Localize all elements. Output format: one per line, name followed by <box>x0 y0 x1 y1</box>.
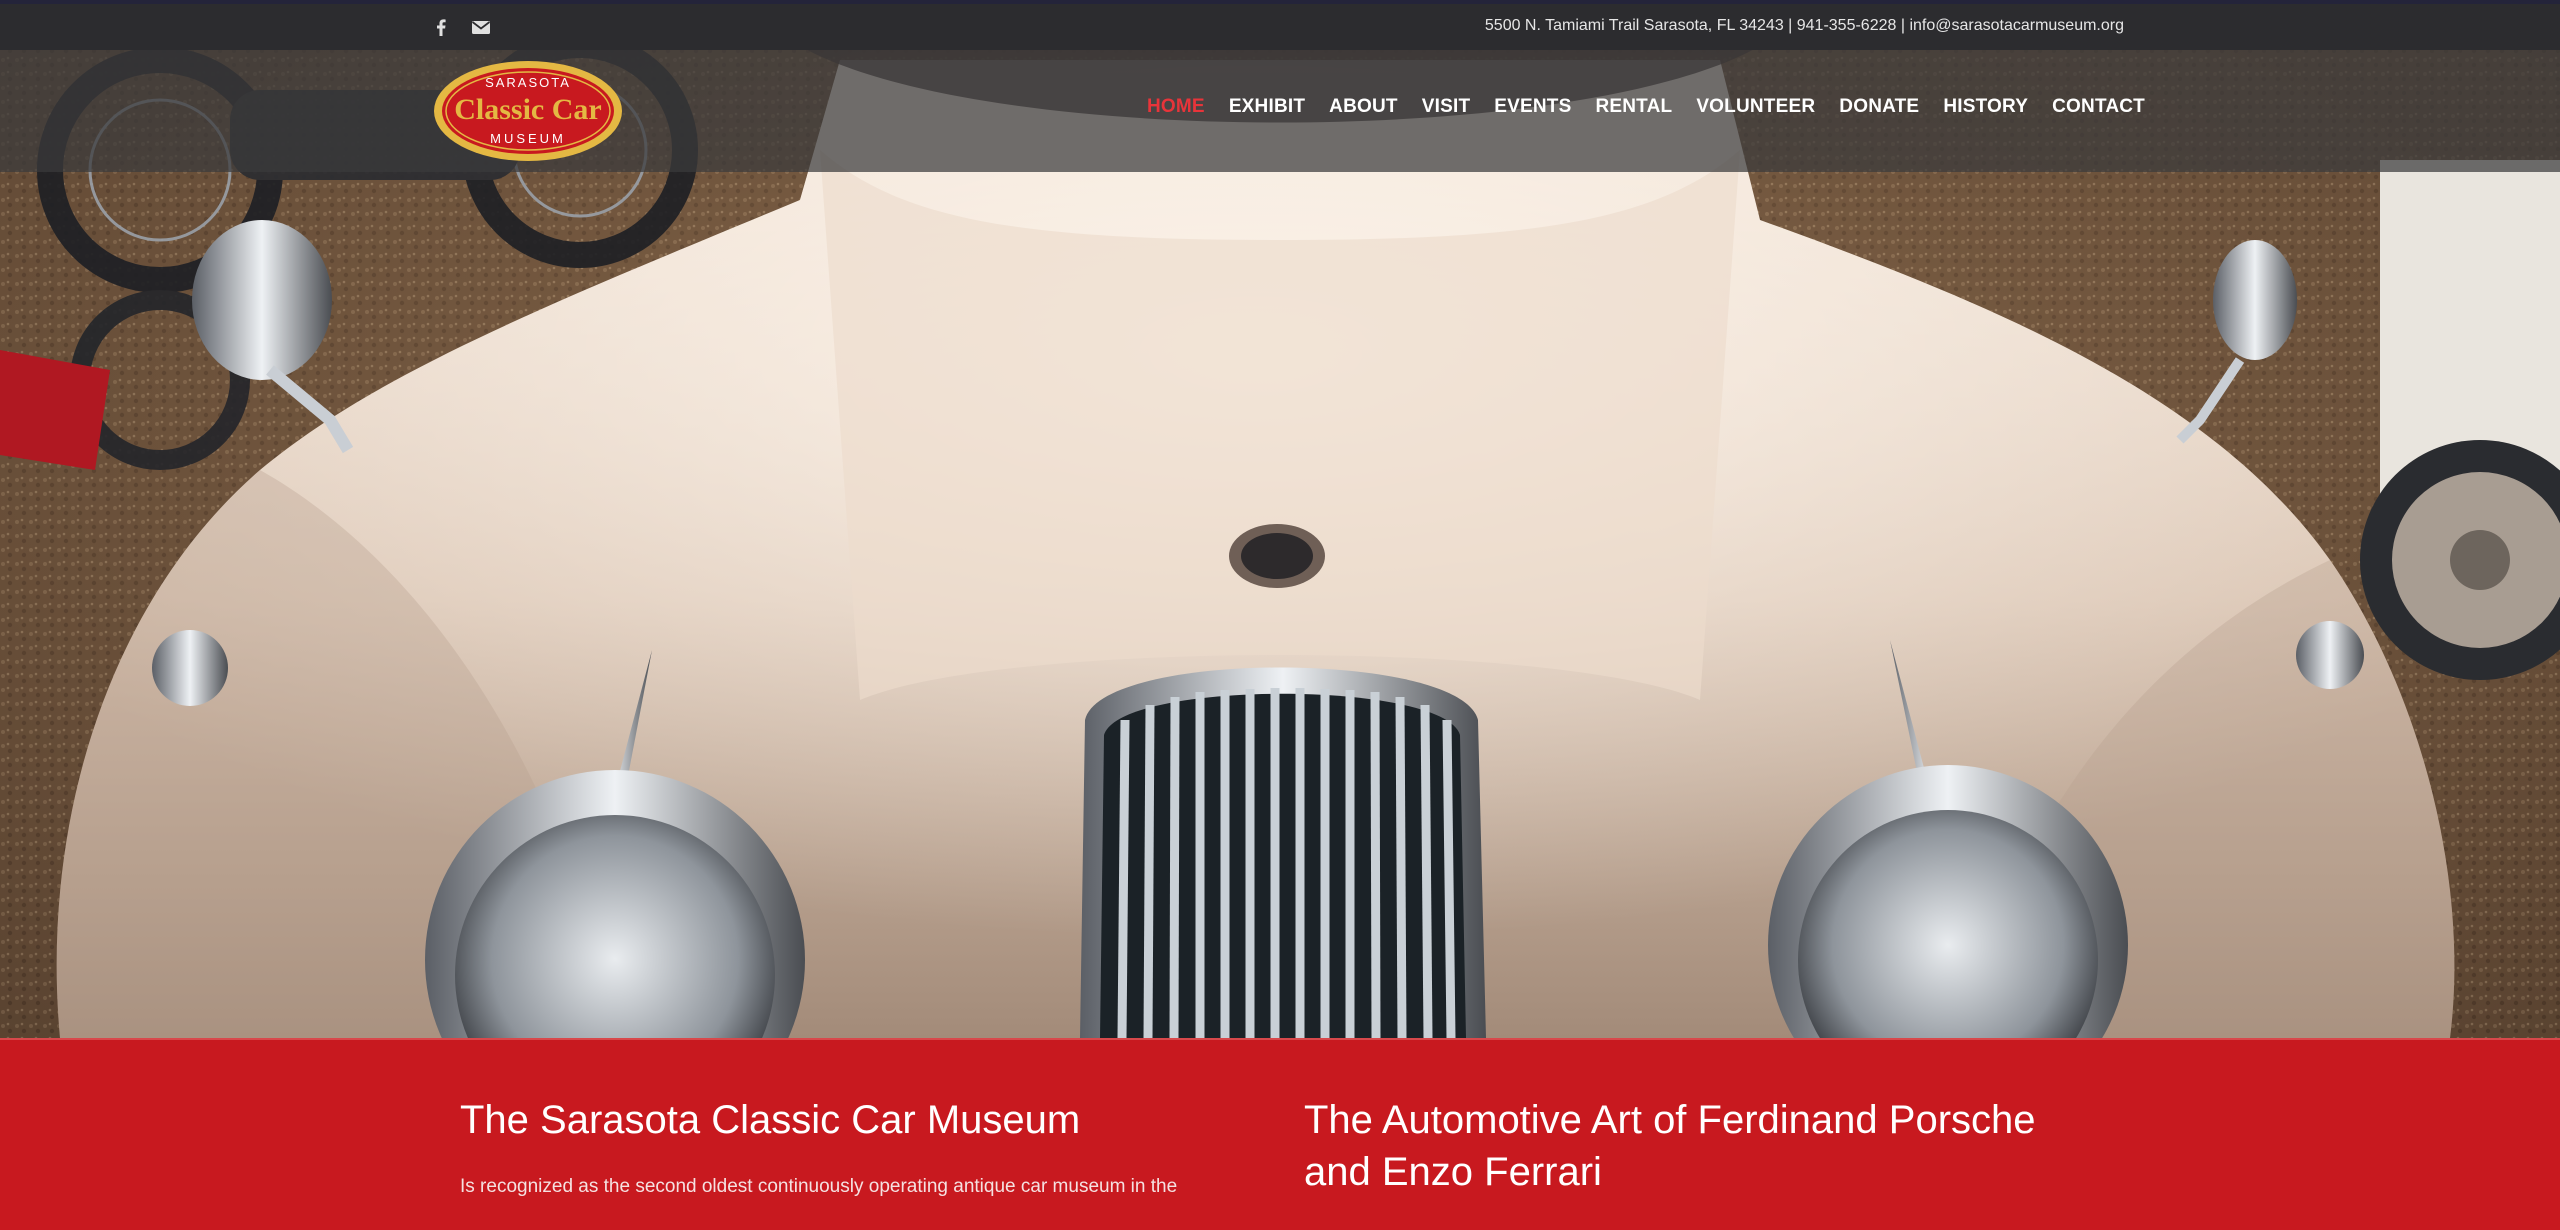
nav-rental[interactable]: RENTAL <box>1583 96 1684 118</box>
logo-top-text: SARASOTA <box>485 75 571 90</box>
nav-about[interactable]: ABOUT <box>1317 96 1410 118</box>
nav-volunteer[interactable]: VOLUNTEER <box>1684 96 1827 118</box>
exhibit-heading: The Automotive Art of Ferdinand Porsche … <box>1304 1098 2036 1194</box>
nav-events[interactable]: EVENTS <box>1482 96 1583 118</box>
intro-right-column: The Automotive Art of Ferdinand Porsche … <box>1304 1094 2104 1198</box>
site-header: SARASOTA Classic Car MUSEUM HOME EXHIBIT… <box>0 50 2560 172</box>
contact-info: 5500 N. Tamiami Trail Sarasota, FL 34243… <box>1484 17 2124 34</box>
logo-bottom-text: MUSEUM <box>490 131 566 146</box>
nav-donate[interactable]: DONATE <box>1827 96 1931 118</box>
intro-band: The Sarasota Classic Car Museum Is recog… <box>0 1038 2560 1230</box>
envelope-icon[interactable] <box>470 16 492 38</box>
museum-intro-text: Is recognized as the second oldest conti… <box>460 1176 1178 1197</box>
museum-heading: The Sarasota Classic Car Museum <box>460 1098 1081 1142</box>
nav-history[interactable]: HISTORY <box>1931 96 2040 118</box>
nav-exhibit[interactable]: EXHIBIT <box>1217 96 1317 118</box>
nav-home[interactable]: HOME <box>1135 96 1217 118</box>
top-bar: 5500 N. Tamiami Trail Sarasota, FL 34243… <box>0 0 2560 50</box>
logo-main-text: Classic Car <box>454 93 601 126</box>
nav-visit[interactable]: VISIT <box>1410 96 1483 118</box>
intro-left-column: The Sarasota Classic Car Museum Is recog… <box>460 1094 1220 1198</box>
nav-contact[interactable]: CONTACT <box>2040 96 2157 118</box>
facebook-icon[interactable] <box>430 16 452 38</box>
main-navigation: HOME EXHIBIT ABOUT VISIT EVENTS RENTAL V… <box>1135 96 2157 118</box>
museum-logo[interactable]: SARASOTA Classic Car MUSEUM <box>432 59 624 163</box>
social-links <box>430 16 492 38</box>
